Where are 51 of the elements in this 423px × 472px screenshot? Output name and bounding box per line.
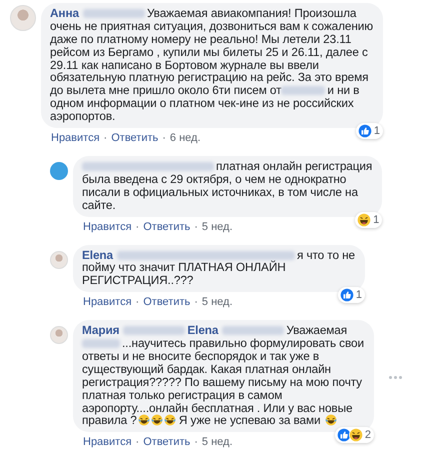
separator-dot: · (136, 436, 140, 448)
author-link[interactable]: Анна (50, 6, 79, 20)
timestamp[interactable]: 6 нед. (170, 132, 201, 144)
more-options-icon[interactable] (388, 376, 402, 380)
like-icon (336, 428, 351, 442)
redacted-blur (222, 326, 284, 336)
separator-dot: · (136, 296, 140, 308)
comment-text: платная онлайн регистрация была введена с 29 октября, о чем не однократно писали в официальных источниках, в том числе на сайте. (82, 160, 372, 212)
author-link[interactable]: Elena (82, 248, 113, 262)
redacted-blur (281, 86, 326, 96)
laughing-emoji-icon (324, 414, 337, 426)
reaction-badge[interactable]: 2 (334, 427, 374, 444)
laughing-emoji-icon (138, 414, 150, 426)
reaction-badge[interactable]: 1 (355, 212, 382, 228)
action-link[interactable]: Нравится (83, 220, 132, 233)
separator-dot: · (162, 132, 166, 144)
timestamp[interactable]: 5 нед. (202, 436, 233, 448)
redacted-blur (82, 339, 120, 348)
avatar[interactable] (50, 326, 68, 344)
timestamp[interactable]: 5 нед. (202, 220, 233, 233)
laughing-face-icon (357, 212, 372, 227)
redacted-blur (82, 9, 145, 18)
separator-dot: · (136, 220, 140, 233)
reaction-badge[interactable]: 1 (338, 287, 365, 304)
timestamp[interactable]: 5 нед. (202, 296, 233, 308)
action-link[interactable]: Ответить (143, 220, 190, 233)
separator-dot: · (194, 296, 198, 308)
comment-text: Мария Elena Уважаемая ...научитесь правильно формулировать свои ответы и не вносите беспорядок и так уже в существующий бардак. Какая платная онлайн регистрация????? По вашему письму на мою почту платная только регистрация в самом аэропорту....онлайн бесплатная . Или у вас новые правила ? Я уже не успеваю за вами (82, 324, 364, 428)
author-link[interactable]: Elena (187, 323, 218, 338)
action-link[interactable]: Нравится (83, 296, 132, 308)
separator-dot: · (194, 220, 198, 233)
reaction-badge[interactable]: 1 (356, 123, 383, 140)
laughing-emoji-icon (150, 414, 163, 426)
separator-dot: · (104, 132, 108, 144)
avatar[interactable] (50, 162, 68, 180)
comment-text: Elena я что то не пойму что значит ПЛАТНАЯ ОНЛАЙН РЕГИСТРАЦИЯ..??? (82, 248, 355, 288)
redacted-blur (123, 326, 186, 336)
laughing-emoji-icon (164, 414, 176, 426)
separator-dot: · (194, 436, 198, 448)
like-icon (340, 288, 354, 302)
comment-text: Анна Уважаемая авиакомпания! Произошла очень не приятная ситуация, дозвониться вам к сожалению даже по платному номеру не реально! Мы летели 23.11 рейсом из Бергамо , купили мы билеты 25 и 26.11, далее с 29.11 как написано в Бортовом журнале вы ввели обязательную платную регистрацию на рейс. За это время до вылета мне пришло около 6ти писем от и ни в одном информации о платном чек-ине из не российских аэропортов. (50, 7, 373, 124)
action-link[interactable]: Нравится (83, 436, 132, 448)
author-link[interactable]: Мария (82, 323, 120, 338)
action-link[interactable]: Нравится (51, 132, 100, 144)
like-icon (358, 124, 372, 138)
action-link[interactable]: Ответить (143, 296, 190, 308)
avatar[interactable] (50, 250, 68, 269)
avatar[interactable] (10, 5, 36, 31)
action-link[interactable]: Ответить (143, 436, 190, 448)
action-link[interactable]: Ответить (111, 132, 158, 144)
laughing-face-icon (348, 428, 363, 442)
